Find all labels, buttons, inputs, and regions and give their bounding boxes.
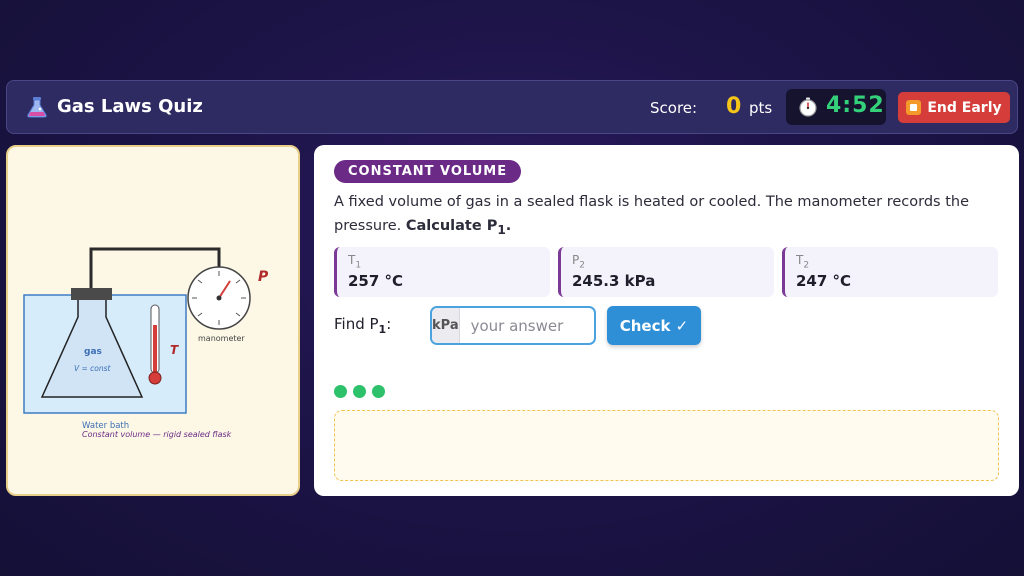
given-symbol: T2	[796, 253, 810, 271]
progress-dot	[372, 385, 385, 398]
flask-icon	[27, 97, 47, 118]
gauge-label: manometer	[198, 334, 245, 343]
score-unit: pts	[749, 99, 773, 117]
score-value: 0	[726, 94, 742, 119]
answer-input[interactable]	[459, 308, 594, 343]
find-label: Find P1:	[334, 315, 392, 336]
given-value: 247 °C	[796, 272, 852, 290]
temperature-label: T	[170, 343, 179, 357]
question-text: A fixed volume of gas in a sealed flask …	[334, 190, 994, 242]
stop-icon	[906, 100, 922, 115]
progress-dot	[334, 385, 347, 398]
gas-apparatus-diagram: P T manometer gas V = const Water bath C…	[23, 247, 269, 439]
pressure-label: P	[258, 269, 269, 285]
question-panel: CONSTANT VOLUME A fixed volume of gas in…	[314, 145, 1019, 496]
given-value: 257 °C	[348, 272, 404, 290]
question-prompt: Calculate P1.	[405, 218, 512, 237]
progress-dot	[353, 385, 366, 398]
page-title: Gas Laws Quiz	[57, 96, 203, 117]
timer-value: 4:52	[826, 93, 885, 118]
given-card: P2 245.3 kPa	[558, 247, 774, 297]
quiz-header: Gas Laws Quiz Score: 0 pts 4:52 End Earl…	[6, 80, 1018, 134]
given-symbol: P2	[572, 253, 585, 271]
progress-dots	[334, 385, 385, 398]
gas-label: gas	[84, 347, 102, 357]
end-early-label: End Early	[927, 99, 1002, 116]
given-value: 245.3 kPa	[572, 272, 656, 290]
check-button[interactable]: Check ✓	[607, 306, 701, 345]
timer: 4:52	[786, 89, 886, 125]
diagram-caption: Constant volume — rigid sealed flask	[82, 430, 232, 439]
answer-field: kPa	[430, 306, 596, 345]
unit-chip: kPa	[432, 308, 460, 343]
flask-stopper	[71, 288, 112, 300]
score-label: Score:	[650, 99, 698, 117]
feedback-area	[334, 410, 999, 481]
given-symbol: T1	[348, 253, 362, 271]
stopwatch-icon	[799, 97, 817, 117]
given-card: T1 257 °C	[334, 247, 550, 297]
end-early-button[interactable]: End Early	[898, 92, 1010, 123]
volume-label: V = const	[74, 364, 112, 373]
diagram-panel: P T manometer gas V = const Water bath C…	[6, 145, 300, 496]
category-tag: CONSTANT VOLUME	[334, 160, 522, 183]
given-card: T2 247 °C	[782, 247, 998, 297]
